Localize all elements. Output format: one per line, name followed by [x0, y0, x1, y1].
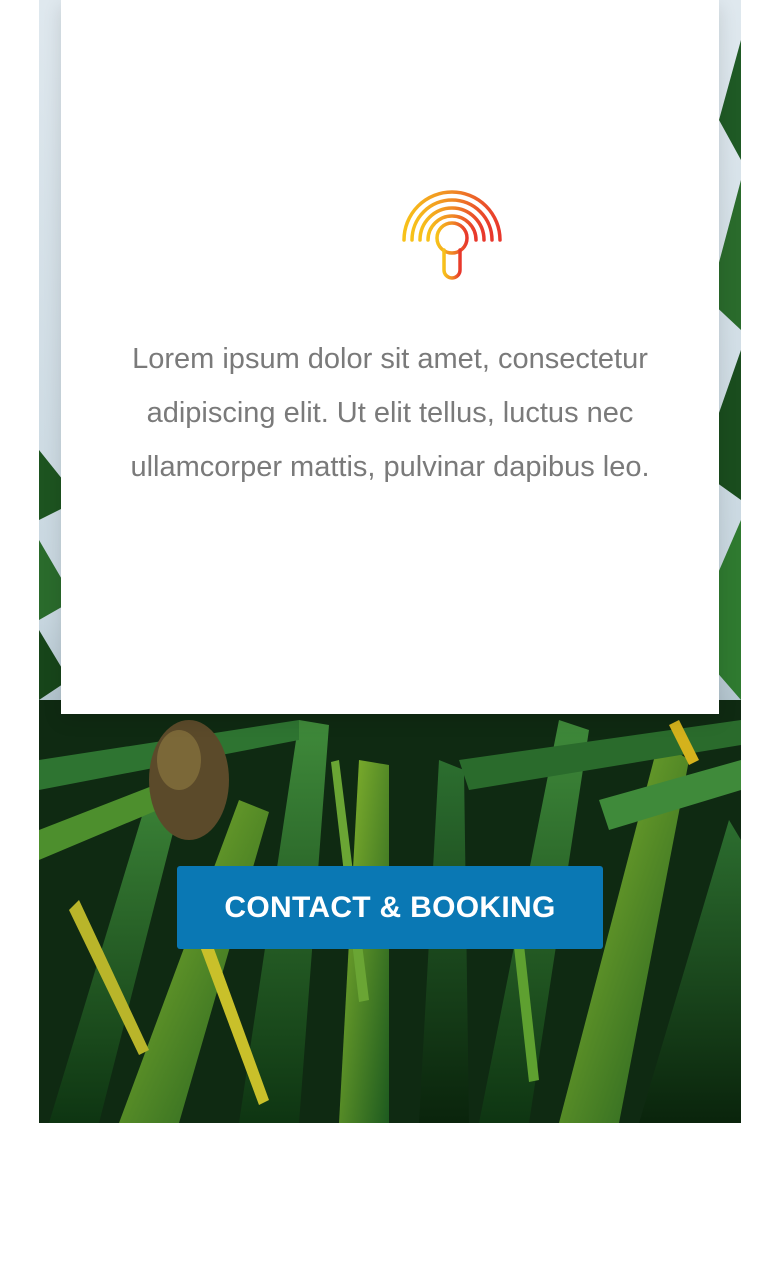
signal-pin-icon: [400, 186, 504, 284]
card-description-line-1: Lorem ipsum dolor sit amet, consectetur: [132, 343, 648, 375]
card-description: Lorem ipsum dolor sit amet, consectetur …: [61, 332, 719, 494]
page: Lorem ipsum dolor sit amet, consectetur …: [0, 0, 780, 1280]
card-description-line-2: adipiscing elit. Ut elit tellus, luctus …: [146, 397, 634, 429]
card-description-line-3: ullamcorper mattis, pulvinar dapibus leo…: [130, 451, 650, 483]
contact-booking-button[interactable]: CONTACT & BOOKING: [177, 866, 603, 949]
info-card: Lorem ipsum dolor sit amet, consectetur …: [61, 0, 719, 714]
